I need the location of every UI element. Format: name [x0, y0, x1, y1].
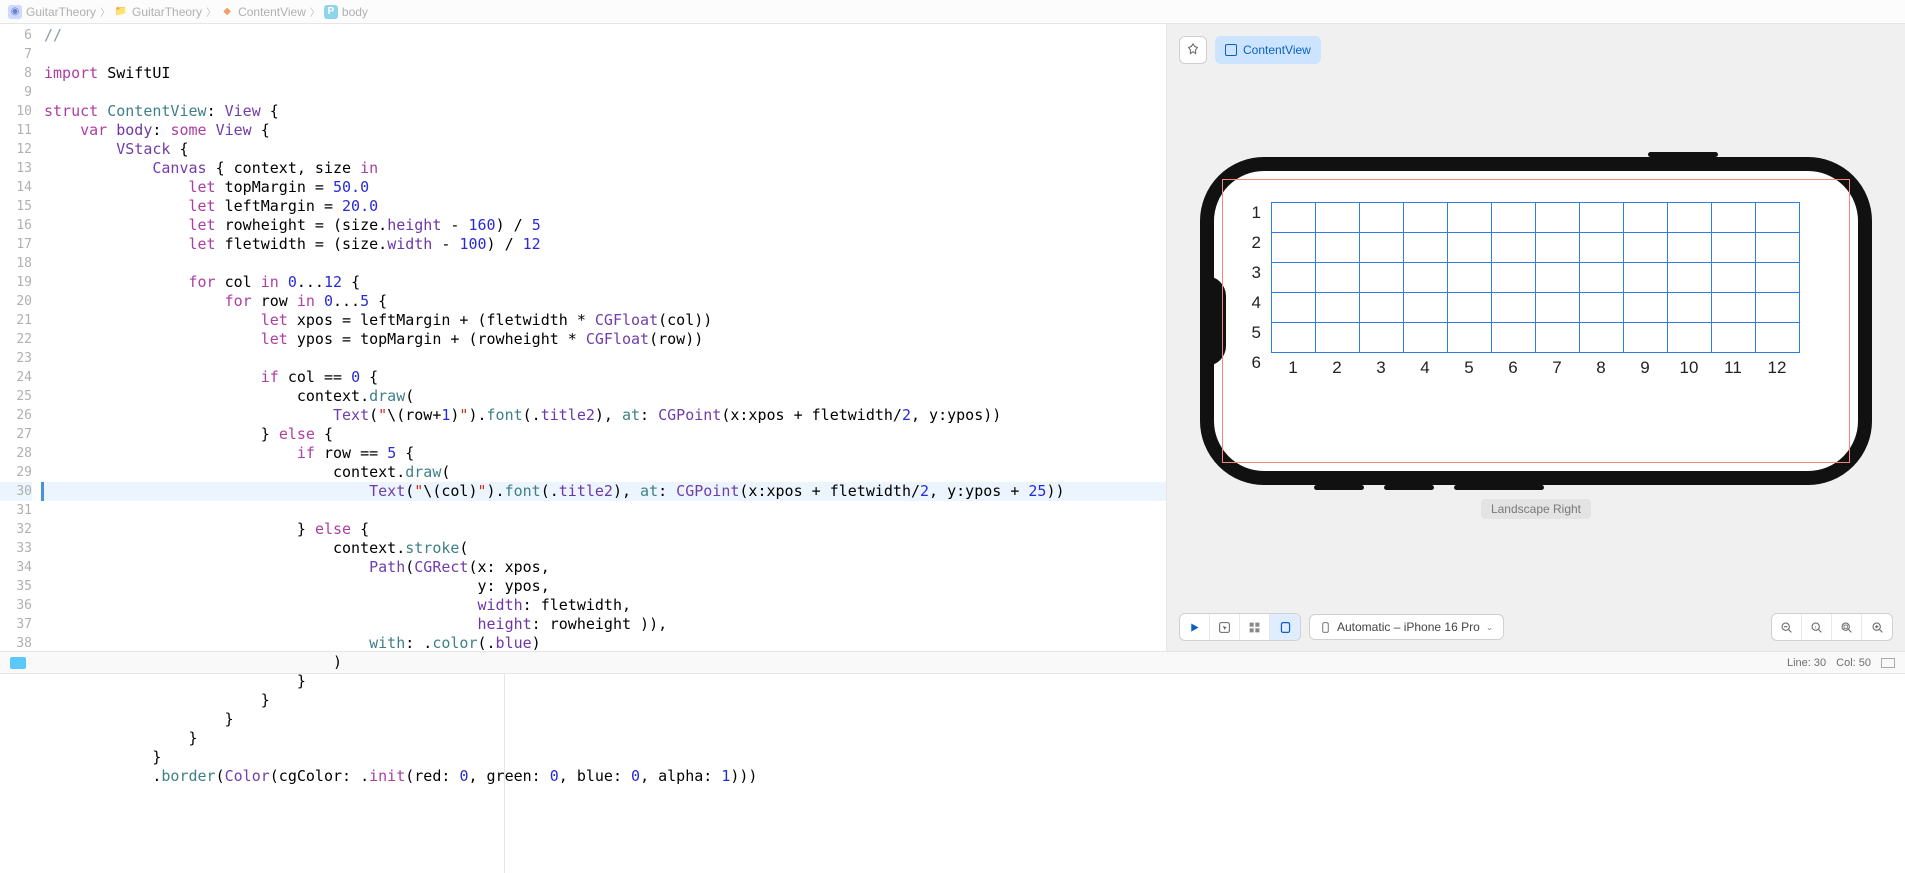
fretboard-col-labels: 123456789101112 — [1271, 358, 1799, 378]
zoom-group: 1 — [1771, 613, 1893, 641]
zoom-out-icon — [1780, 621, 1793, 634]
breadcrumb-project-label: GuitarTheory — [26, 5, 96, 19]
fretboard-row-labels: 123456 — [1247, 198, 1261, 378]
zoom-fit-button[interactable] — [1832, 614, 1862, 640]
minimap-toggle-icon[interactable] — [1881, 658, 1895, 668]
device-selector[interactable]: Automatic – iPhone 16 Pro ⌄ — [1309, 614, 1504, 640]
device-preview[interactable]: 123456 123456789101112 — [1200, 157, 1872, 485]
breadcrumb-folder[interactable]: 📁 GuitarTheory — [114, 5, 202, 19]
preview-selector-chip[interactable]: ContentView — [1215, 36, 1321, 64]
code-editor[interactable]: // import SwiftUI struct ContentView: Vi… — [44, 24, 1166, 786]
zoom-100-icon: 1 — [1810, 621, 1823, 634]
zoom-in-button[interactable] — [1862, 614, 1892, 640]
app-content: 123456 123456789101112 — [1222, 179, 1850, 463]
zoom-fit-icon — [1840, 621, 1853, 634]
play-icon — [1188, 621, 1201, 634]
zoom-actual-button[interactable]: 1 — [1802, 614, 1832, 640]
pin-icon — [1186, 43, 1200, 57]
breadcrumb-symbol-label: body — [342, 5, 368, 19]
variants-button[interactable] — [1240, 614, 1270, 640]
selectable-preview-button[interactable] — [1210, 614, 1240, 640]
editor-pane: 6789101112131415161718192021222324252627… — [0, 24, 1167, 786]
property-icon: P — [324, 5, 338, 19]
view-icon — [1225, 44, 1237, 56]
breadcrumb-symbol[interactable]: P body — [324, 5, 368, 19]
device-selector-label: Automatic – iPhone 16 Pro — [1337, 620, 1480, 634]
zoom-out-button[interactable] — [1772, 614, 1802, 640]
fretboard-grid — [1271, 202, 1800, 353]
project-icon: ◉ — [8, 5, 22, 19]
pin-preview-button[interactable] — [1179, 36, 1207, 64]
live-preview-button[interactable] — [1180, 614, 1210, 640]
svg-text:1: 1 — [1815, 624, 1818, 629]
preview-mode-group — [1179, 613, 1301, 641]
breadcrumb-folder-label: GuitarTheory — [132, 5, 202, 19]
cursor-line: Line: 30 — [1787, 657, 1826, 669]
breadcrumb-project[interactable]: ◉ GuitarTheory — [8, 5, 96, 19]
device-settings-button[interactable] — [1270, 614, 1300, 640]
chevron-right-icon: 〉 — [206, 4, 216, 19]
cursor-rect-icon — [1218, 621, 1231, 634]
filter-icon[interactable] — [10, 657, 26, 669]
chevron-right-icon: 〉 — [310, 4, 320, 19]
grid-icon — [1248, 621, 1261, 634]
preview-pane: ContentView 123456 123456789101112 Lands… — [1167, 24, 1905, 651]
breadcrumb-file-label: ContentView — [238, 5, 306, 19]
preview-selector-label: ContentView — [1243, 43, 1311, 57]
cursor-col: Col: 50 — [1836, 657, 1871, 669]
swift-file-icon: ◆ — [220, 5, 234, 19]
orientation-label: Landscape Right — [1481, 499, 1591, 519]
phone-icon — [1320, 622, 1331, 633]
device-bezel-icon — [1279, 621, 1292, 634]
folder-icon: 📁 — [114, 5, 128, 19]
chevron-right-icon: 〉 — [100, 4, 110, 19]
breadcrumb: ◉ GuitarTheory 〉 📁 GuitarTheory 〉 ◆ Cont… — [0, 0, 1905, 24]
breadcrumb-file[interactable]: ◆ ContentView — [220, 5, 306, 19]
zoom-in-icon — [1871, 621, 1884, 634]
chevron-down-icon: ⌄ — [1486, 622, 1494, 633]
